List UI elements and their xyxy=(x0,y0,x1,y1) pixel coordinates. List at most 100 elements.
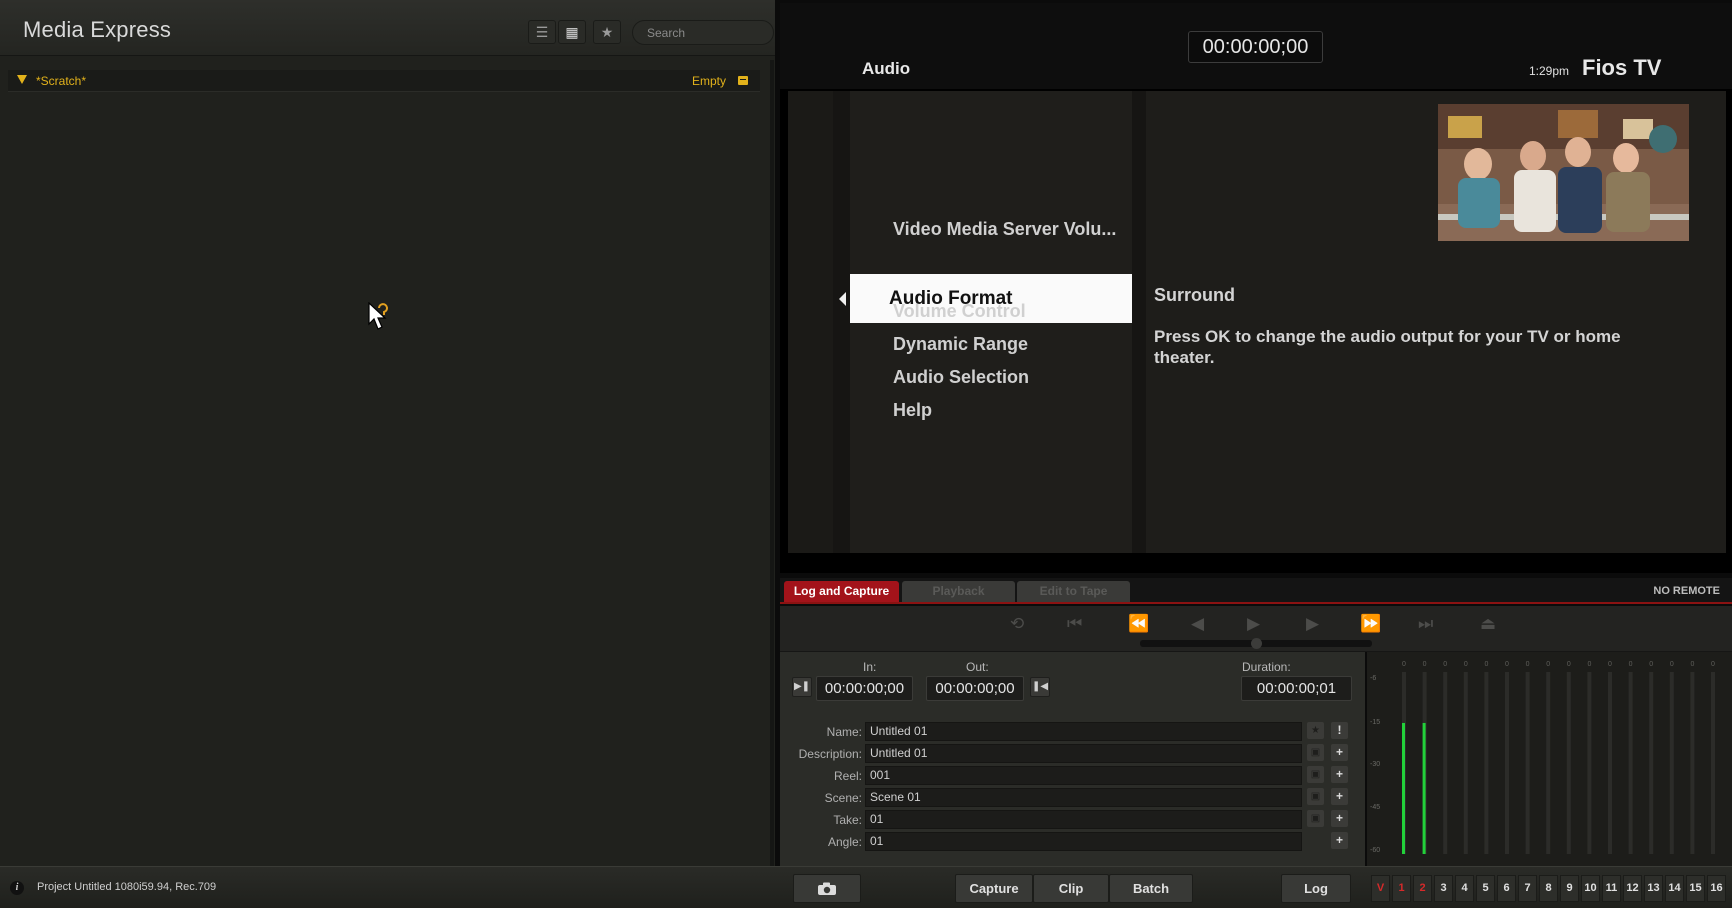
jog-shuttle-slider[interactable] xyxy=(1140,638,1372,649)
bin-row[interactable]: *Scratch* Empty xyxy=(8,70,760,92)
mark-in-button[interactable]: ▶❚ xyxy=(792,677,812,697)
tab-playback[interactable]: Playback xyxy=(902,581,1015,602)
reel-input[interactable]: 001 xyxy=(865,766,1302,785)
name-input[interactable]: Untitled 01 xyxy=(865,722,1302,741)
meter-scale-label: -60 xyxy=(1370,847,1380,854)
reel-lock-button[interactable]: ▣ xyxy=(1307,766,1324,783)
star-icon: ★ xyxy=(600,23,614,40)
meter-peak-value: 0 xyxy=(1649,661,1653,668)
angle-input[interactable]: 01 xyxy=(865,832,1302,851)
tv-description: Press OK to change the audio output for … xyxy=(1154,327,1621,367)
fast-forward-icon[interactable]: ⏩ xyxy=(1360,614,1381,634)
disclosure-triangle-icon[interactable] xyxy=(17,75,27,84)
channel-button-14[interactable]: 14 xyxy=(1665,875,1684,902)
status-bar: i Project Untitled 1080i59.94, Rec.709 C… xyxy=(0,866,1732,908)
plus-icon: + xyxy=(1335,811,1343,825)
channel-button-13[interactable]: 13 xyxy=(1644,875,1663,902)
plus-icon: + xyxy=(1335,833,1343,847)
loop-icon[interactable]: ⟲ xyxy=(1010,614,1024,634)
channel-button-v[interactable]: V xyxy=(1371,875,1390,902)
channel-button-9[interactable]: 9 xyxy=(1560,875,1579,902)
description-increment-button[interactable]: + xyxy=(1331,744,1348,761)
channel-button-5[interactable]: 5 xyxy=(1476,875,1495,902)
channel-button-16[interactable]: 16 xyxy=(1707,875,1726,902)
snapshot-button[interactable] xyxy=(793,874,861,903)
meter-scale-label: -45 xyxy=(1370,804,1380,811)
channel-button-15[interactable]: 15 xyxy=(1686,875,1705,902)
meter-peak-value: 0 xyxy=(1443,661,1447,668)
channel-button-4[interactable]: 4 xyxy=(1455,875,1474,902)
tv-menu-item: Video Media Server Volu... xyxy=(893,219,1117,239)
channel-button-11[interactable]: 11 xyxy=(1602,875,1621,902)
list-view-icon: ☰ xyxy=(535,23,549,40)
meter-scale-label: -6 xyxy=(1370,675,1376,682)
description-lock-button[interactable]: ▣ xyxy=(1307,744,1324,761)
play-icon[interactable]: ▶ xyxy=(1247,614,1260,634)
panel-divider[interactable] xyxy=(770,60,774,866)
channel-button-3[interactable]: 3 xyxy=(1434,875,1453,902)
search-input[interactable] xyxy=(632,20,774,45)
scene-lock-button[interactable]: ▣ xyxy=(1307,788,1324,805)
take-input[interactable]: 01 xyxy=(865,810,1302,829)
mode-tabs: Log and Capture Playback Edit to Tape NO… xyxy=(780,578,1732,604)
jog-shuttle-knob[interactable] xyxy=(1251,638,1262,649)
out-timecode[interactable]: 00:00:00;00 xyxy=(926,676,1024,701)
grid-view-icon: ▦ xyxy=(565,23,579,40)
list-view-button[interactable]: ☰ xyxy=(528,20,556,44)
meter-peak-value: 0 xyxy=(1505,661,1509,668)
clip-button[interactable]: Clip xyxy=(1033,874,1109,903)
tv-menu-item: Audio Selection xyxy=(893,367,1030,387)
log-button[interactable]: Log xyxy=(1281,874,1351,903)
exclamation-icon: ! xyxy=(1337,723,1342,737)
app-title: Media Express xyxy=(23,17,172,42)
go-to-end-icon[interactable]: ⏭ xyxy=(1418,614,1433,634)
channel-button-10[interactable]: 10 xyxy=(1581,875,1600,902)
scene-increment-button[interactable]: + xyxy=(1331,788,1348,805)
mouse-cursor-icon xyxy=(368,302,388,330)
eject-icon[interactable]: ⏏ xyxy=(1480,614,1496,634)
channel-button-12[interactable]: 12 xyxy=(1623,875,1642,902)
channel-button-1[interactable]: 1 xyxy=(1392,875,1411,902)
favorite-toggle[interactable]: ★ xyxy=(1307,722,1324,739)
step-back-icon[interactable]: ◀ xyxy=(1191,614,1204,634)
meter-peak-value: 0 xyxy=(1711,661,1715,668)
grid-view-button[interactable]: ▦ xyxy=(558,20,586,44)
capture-button[interactable]: Capture xyxy=(955,874,1033,903)
favorites-button[interactable]: ★ xyxy=(593,20,621,44)
lock-icon: ▣ xyxy=(1310,769,1321,780)
batch-button[interactable]: Batch xyxy=(1109,874,1193,903)
channel-button-7[interactable]: 7 xyxy=(1518,875,1537,902)
transport-controls: ⟲ ⏮ ⏪ ◀ ▶ ▶ ⏩ ⏭ ⏏ xyxy=(780,606,1732,652)
description-input[interactable]: Untitled 01 xyxy=(865,744,1302,763)
meter-channel-track xyxy=(1587,672,1592,854)
info-icon[interactable]: i xyxy=(10,881,24,895)
in-timecode[interactable]: 00:00:00;00 xyxy=(816,676,913,701)
meter-channel-track xyxy=(1690,672,1695,854)
go-to-start-icon[interactable]: ⏮ xyxy=(1067,614,1082,634)
rewind-icon[interactable]: ⏪ xyxy=(1128,614,1149,634)
scene-input[interactable]: Scene 01 xyxy=(865,788,1302,807)
step-forward-icon[interactable]: ▶ xyxy=(1306,614,1319,634)
channel-button-2[interactable]: 2 xyxy=(1413,875,1432,902)
take-increment-button[interactable]: + xyxy=(1331,810,1348,827)
channel-button-8[interactable]: 8 xyxy=(1539,875,1558,902)
scene-label: Scene: xyxy=(824,791,862,805)
project-info: Project Untitled 1080i59.94, Rec.709 xyxy=(37,881,217,893)
angle-increment-button[interactable]: + xyxy=(1331,832,1348,849)
browser-toolbar: Media Express ☰ ▦ ★ xyxy=(0,0,775,56)
meter-peak-value: 0 xyxy=(1587,661,1591,668)
mark-out-button[interactable]: ❚◀ xyxy=(1030,677,1050,697)
tab-log-and-capture[interactable]: Log and Capture xyxy=(784,581,899,602)
take-lock-button[interactable]: ▣ xyxy=(1307,810,1324,827)
angle-label: Angle: xyxy=(827,835,862,849)
meter-peak-value: 0 xyxy=(1608,661,1612,668)
reel-increment-button[interactable]: + xyxy=(1331,766,1348,783)
tab-edit-to-tape[interactable]: Edit to Tape xyxy=(1017,581,1130,602)
flag-toggle[interactable]: ! xyxy=(1331,722,1348,739)
meter-level-bar xyxy=(1402,722,1405,854)
meter-channel-track xyxy=(1669,672,1674,854)
meter-channel-track xyxy=(1711,672,1715,854)
channel-button-6[interactable]: 6 xyxy=(1497,875,1516,902)
meter-channel-track xyxy=(1566,672,1571,854)
duration-label: Duration: xyxy=(1242,660,1291,674)
